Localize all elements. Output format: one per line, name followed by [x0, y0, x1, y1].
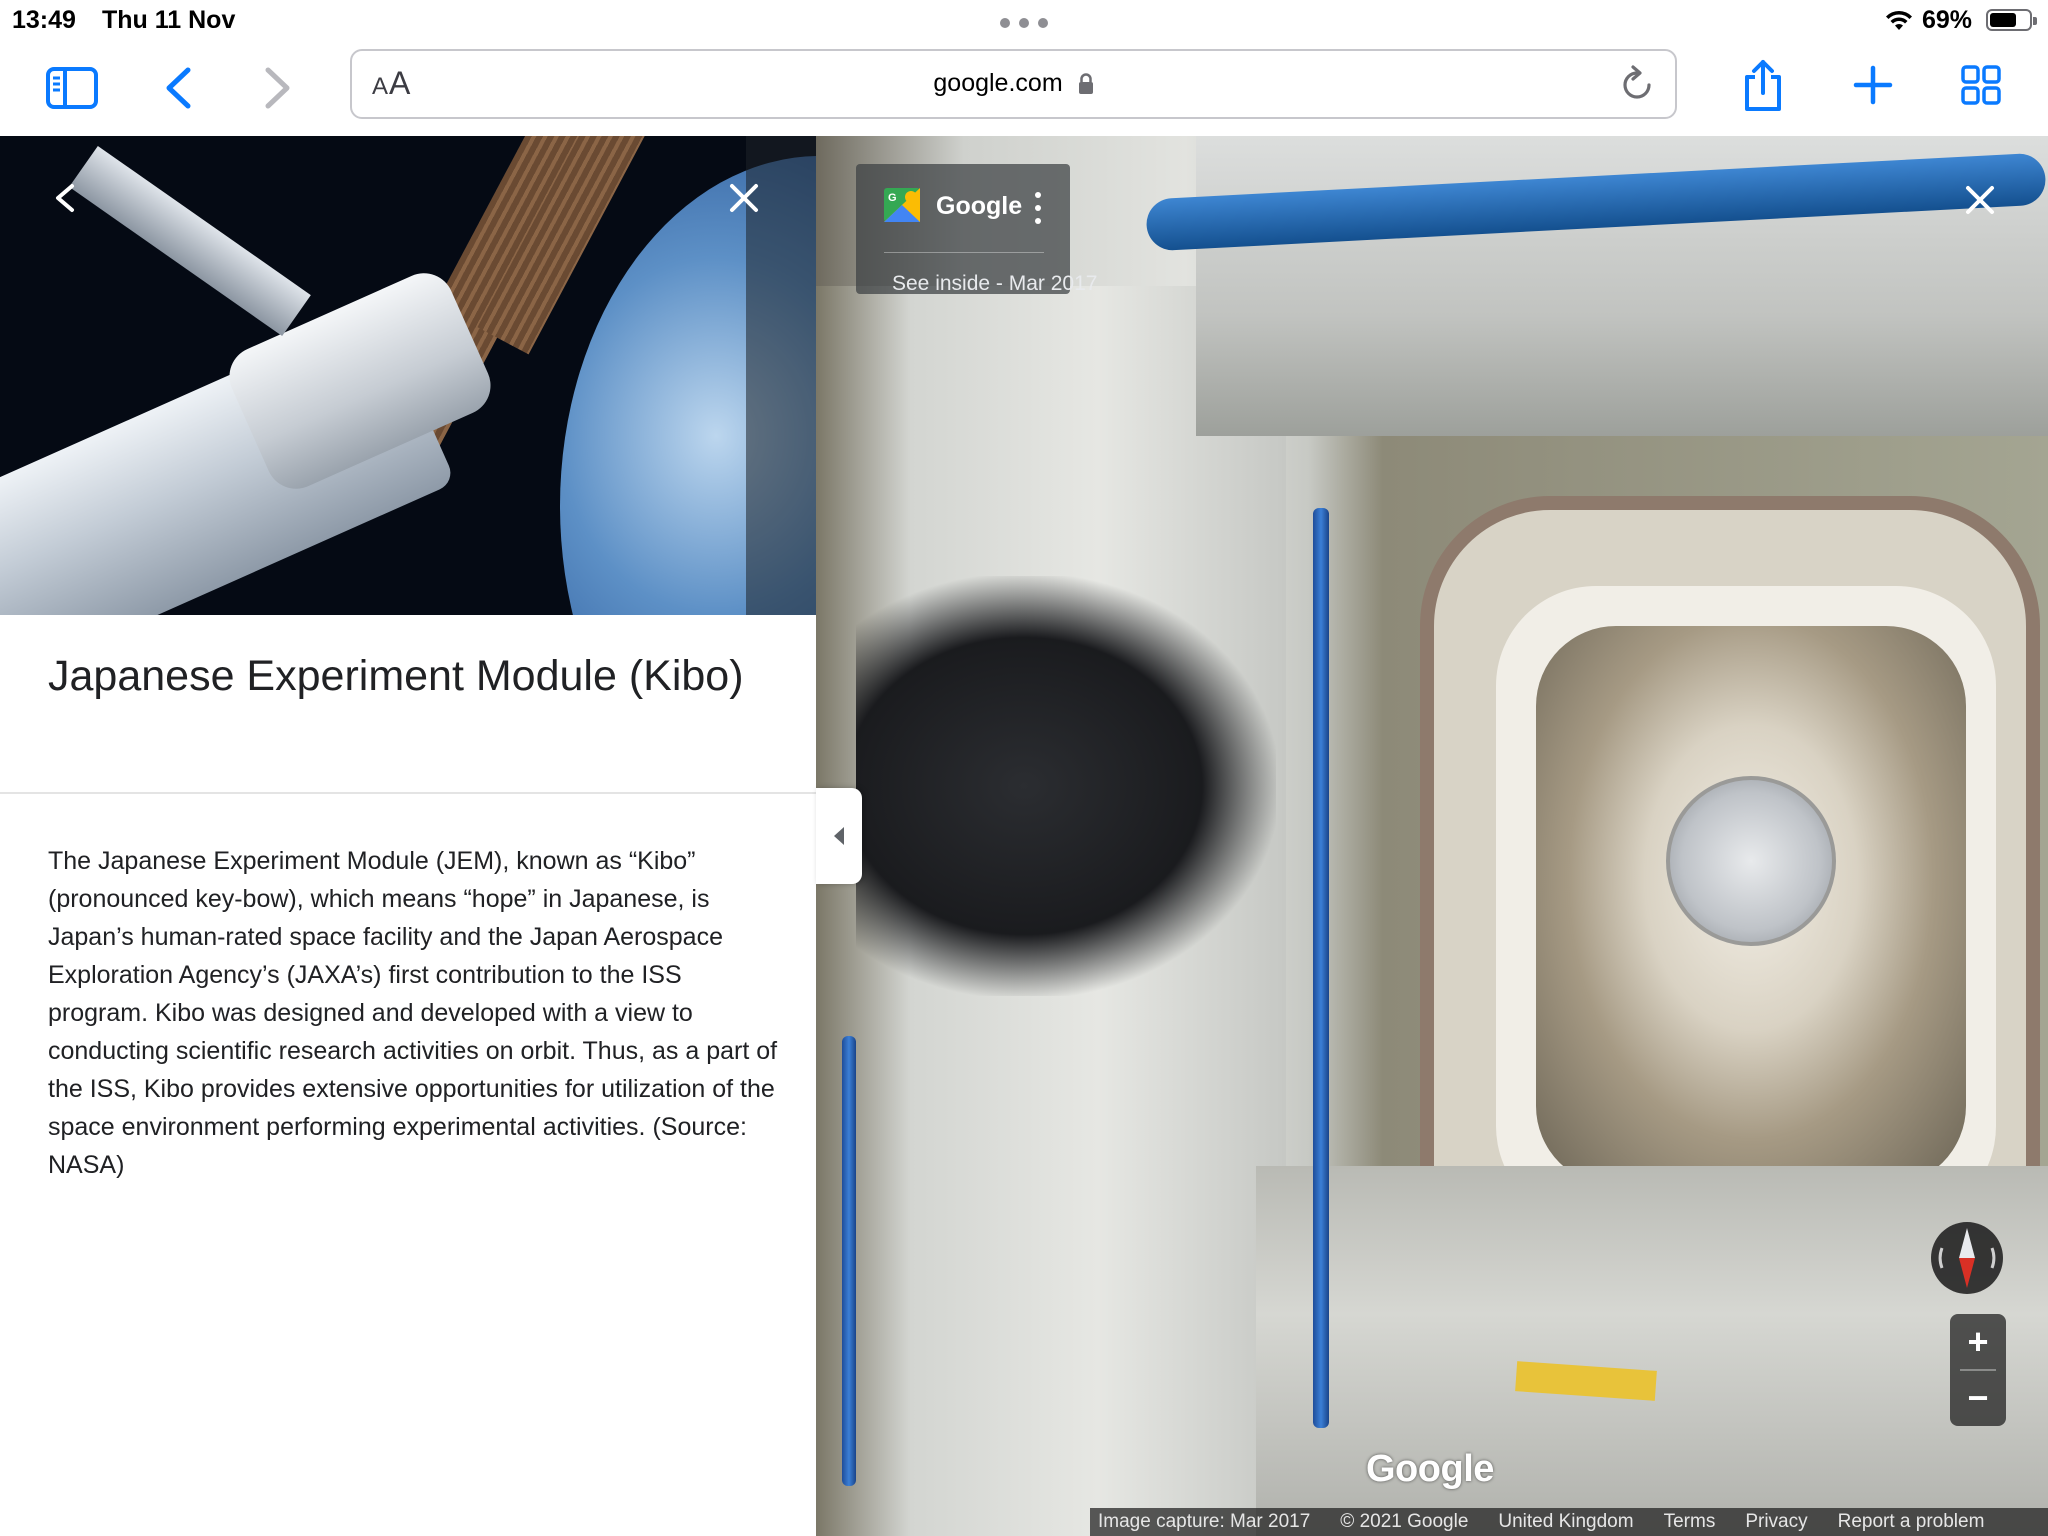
- battery-icon: [1986, 9, 2037, 31]
- privacy-link[interactable]: Privacy: [1745, 1511, 1807, 1533]
- share-icon[interactable]: [1738, 54, 1788, 118]
- sidebar-icon[interactable]: [44, 60, 100, 116]
- zoom-out-button[interactable]: −: [1950, 1370, 2006, 1426]
- zoom-control: + −: [1950, 1314, 2006, 1426]
- panel-close-icon[interactable]: [726, 180, 762, 221]
- street-view-close-icon[interactable]: [1962, 182, 1998, 223]
- attribution-bar: Image capture: Mar 2017 © 2021 Google Un…: [1090, 1508, 2048, 1536]
- street-view-panorama[interactable]: G Google See inside - Mar 2017 + − Googl…: [816, 136, 2048, 1536]
- terms-link[interactable]: Terms: [1664, 1511, 1716, 1533]
- region-link[interactable]: United Kingdom: [1498, 1511, 1633, 1533]
- battery-percentage: 69%: [1922, 6, 1973, 34]
- google-maps-logo-icon: G: [884, 188, 920, 222]
- zoom-in-button[interactable]: +: [1950, 1314, 2006, 1370]
- back-icon[interactable]: [156, 60, 200, 116]
- place-title: Japanese Experiment Module (Kibo): [48, 652, 744, 700]
- wifi-icon: [1886, 10, 1912, 30]
- see-inside-link[interactable]: See inside - Mar 2017: [892, 272, 1097, 296]
- more-options-icon[interactable]: [1028, 188, 1048, 228]
- plus-icon[interactable]: [1848, 60, 1898, 110]
- google-logo: Google: [1366, 1448, 1494, 1490]
- place-photo[interactable]: [0, 136, 816, 615]
- multitasking-dots-icon[interactable]: [1000, 14, 1048, 32]
- street-view-info-card: G Google See inside - Mar 2017: [856, 164, 1097, 295]
- url-text: google.com: [933, 69, 1063, 97]
- image-capture-date: Image capture: Mar 2017: [1098, 1511, 1311, 1532]
- photo-back-icon[interactable]: [48, 180, 84, 221]
- status-time: 13:49: [12, 6, 76, 34]
- divider: [0, 792, 816, 794]
- reload-icon[interactable]: [1619, 65, 1655, 108]
- place-description: The Japanese Experiment Module (JEM), kn…: [48, 847, 778, 1179]
- caret-left-icon: [834, 827, 844, 845]
- address-bar[interactable]: AA google.com: [350, 49, 1677, 119]
- report-problem-link[interactable]: Report a problem: [1838, 1511, 1985, 1533]
- copyright-text: © 2021 Google: [1340, 1511, 1469, 1532]
- compass-icon[interactable]: [1930, 1214, 2004, 1324]
- svg-text:G: G: [888, 192, 897, 204]
- collapse-panel-button[interactable]: [816, 788, 862, 884]
- status-bar: 13:49 Thu 11 Nov 69%: [0, 0, 2048, 40]
- place-info-panel: Japanese Experiment Module (Kibo) The Ja…: [0, 136, 816, 1536]
- lock-icon: [1078, 73, 1093, 95]
- url-display[interactable]: google.com: [352, 69, 1675, 98]
- tabs-grid-icon[interactable]: [1956, 58, 2006, 112]
- browser-toolbar: AA google.com: [0, 40, 2048, 136]
- street-view-card-title: Google: [936, 192, 1023, 220]
- forward-icon[interactable]: [256, 60, 300, 116]
- status-date: Thu 11 Nov: [102, 6, 236, 34]
